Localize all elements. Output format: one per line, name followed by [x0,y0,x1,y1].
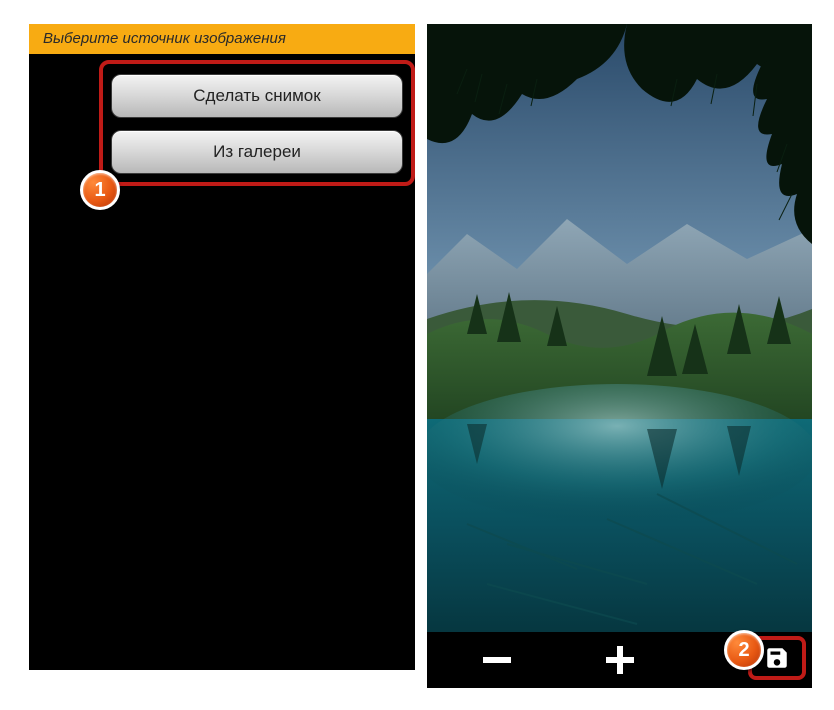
dialog-title-bar: Выберите источник изображения [29,24,415,54]
callout-2-number: 2 [738,639,749,662]
from-gallery-label: Из галереи [213,142,301,162]
right-phone-screen [427,24,812,688]
callout-1-number: 1 [94,179,105,202]
from-gallery-button[interactable]: Из галереи [111,130,403,174]
callout-badge-2: 2 [724,630,764,670]
source-options-highlight: Сделать снимок Из галереи [99,60,415,186]
take-photo-label: Сделать снимок [193,86,320,106]
take-photo-button[interactable]: Сделать снимок [111,74,403,118]
dialog-title-text: Выберите источник изображения [43,30,286,47]
landscape-photo [427,24,812,636]
callout-badge-1: 1 [80,170,120,210]
zoom-in-button[interactable] [593,638,647,682]
minus-icon [483,657,511,663]
plus-icon [606,646,634,674]
zoom-out-button[interactable] [470,638,524,682]
photo-preview [427,24,812,636]
left-phone-screen: Выберите источник изображения Сделать сн… [29,24,415,670]
save-icon [764,645,790,671]
